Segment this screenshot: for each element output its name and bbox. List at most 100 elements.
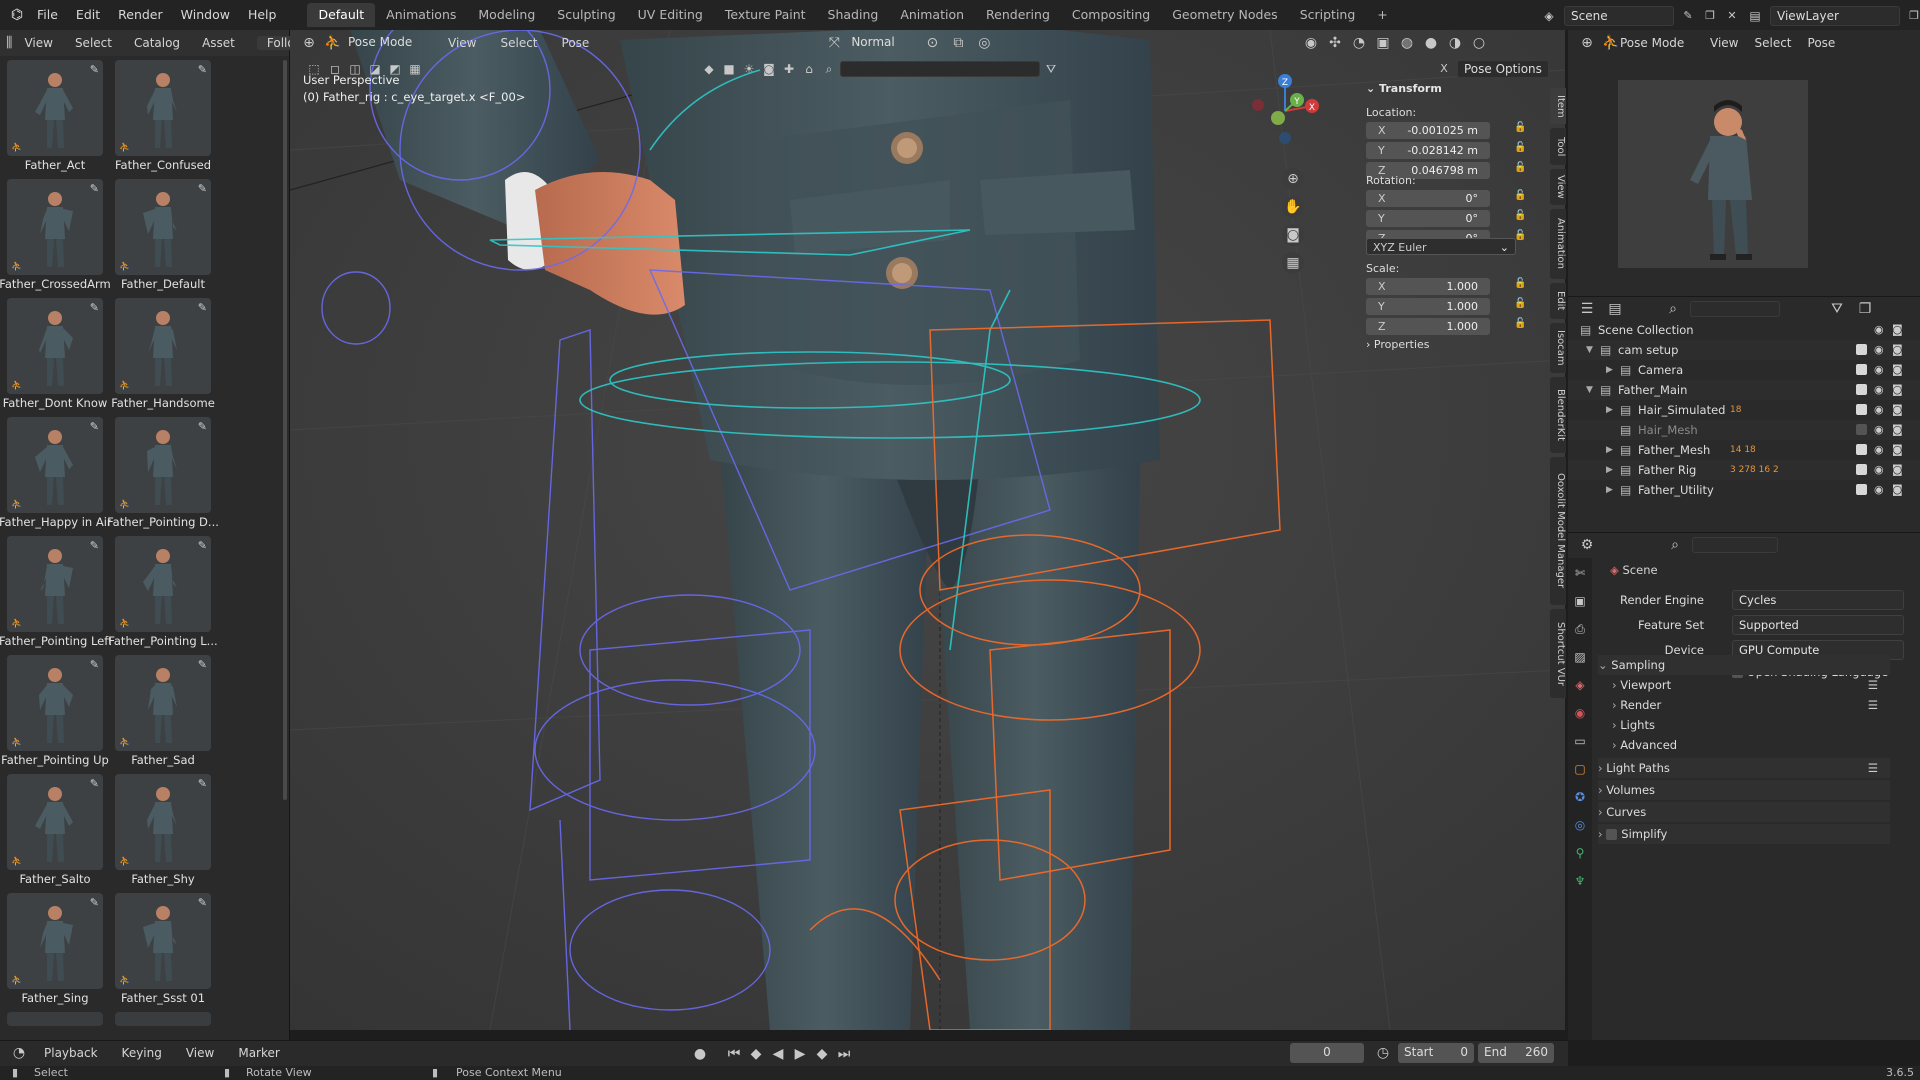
eye-icon[interactable]: ◉ [1874, 460, 1884, 480]
asset-thumbnail[interactable]: ✎ ⛹ [115, 179, 211, 275]
asset-menu-asset[interactable]: Asset [192, 36, 245, 50]
asset-thumbnail[interactable]: ✎ ⛹ [7, 536, 103, 632]
expand-arrow-icon[interactable]: ▼ [1586, 340, 1593, 360]
asset-thumbnail[interactable]: ✎ ⛹ [115, 60, 211, 156]
solid-shading-icon[interactable]: ● [1420, 32, 1442, 54]
start-frame-field[interactable]: Start 0 [1398, 1043, 1474, 1063]
sidebar-tab-item[interactable]: Item [1550, 88, 1566, 125]
tab-rendering[interactable]: Rendering [975, 3, 1061, 27]
world-tab-icon[interactable]: ◉ [1569, 702, 1591, 724]
timeline-menu-marker[interactable]: Marker [228, 1046, 289, 1060]
expand-arrow-icon[interactable]: ▶ [1606, 400, 1613, 420]
rendered-shading-icon[interactable]: ○ [1468, 32, 1490, 54]
lock-icon[interactable]: 🔓 [1514, 190, 1526, 201]
outliner-row[interactable]: ▼ ▤ cam setup ◉ ◙ [1568, 340, 1920, 360]
jump-end-icon[interactable]: ⏭ [834, 1043, 854, 1065]
eye-icon[interactable]: ◉ [1874, 360, 1884, 380]
edit-icon[interactable]: ✎ [90, 896, 99, 909]
gizmo-icon[interactable]: ✣ [1324, 32, 1346, 54]
navigation-gizmo[interactable]: Z X Y [1245, 68, 1325, 148]
3d-viewport[interactable]: ⊕ ⛹ Pose Mode View Select Pose ⤧ Normal … [290, 30, 1565, 1030]
outliner-row[interactable]: ▼ ▤ Father_Main ◉ ◙ [1568, 380, 1920, 400]
panel-lights[interactable]: › Lights [1612, 715, 1890, 735]
panel-viewport[interactable]: › Viewport ☰ [1612, 675, 1890, 695]
filter-mesh-icon[interactable]: ■ [720, 58, 738, 80]
lock-icon[interactable]: 🔓 [1514, 298, 1526, 309]
view-layer-tab-icon[interactable]: ▨ [1569, 646, 1591, 668]
panel-simplify[interactable]: › Simplify [1598, 824, 1890, 844]
filter-other-icon[interactable]: ⌂ [800, 58, 818, 80]
expand-arrow-icon[interactable]: ▶ [1606, 360, 1613, 380]
expand-arrow-icon[interactable]: ▶ [1606, 460, 1613, 480]
eye-icon[interactable]: ◉ [1874, 380, 1884, 400]
orientation-selector[interactable]: Normal [845, 33, 917, 53]
edit-icon[interactable]: ✎ [90, 539, 99, 552]
edit-icon[interactable]: ✎ [90, 658, 99, 671]
asset-thumbnail[interactable] [115, 1012, 211, 1026]
panel-volumes[interactable]: › Volumes [1598, 780, 1890, 800]
clock-icon[interactable]: ◷ [1372, 1042, 1394, 1064]
preview-menu-view[interactable]: View [1704, 36, 1744, 50]
sidebar-tab-edit[interactable]: Edit [1550, 282, 1566, 319]
exclude-checkbox[interactable] [1856, 344, 1867, 355]
camera-render-icon[interactable]: ◙ [1892, 440, 1903, 460]
eye-icon[interactable]: ◉ [1874, 340, 1884, 360]
edit-icon[interactable]: ✎ [198, 420, 207, 433]
pan-hand-icon[interactable]: ✋ [1282, 196, 1304, 218]
asset-thumbnail[interactable]: ✎ ⛹ [115, 298, 211, 394]
feature-set-dropdown[interactable]: Supported [1732, 615, 1904, 635]
sidebar-tab-view[interactable]: View [1550, 168, 1566, 206]
display-mode-icon[interactable]: ▤ [1604, 298, 1626, 320]
editor-type-icon[interactable]: ⫼ [6, 32, 12, 54]
presets-list-icon[interactable]: ☰ [1868, 695, 1878, 715]
outliner-row[interactable]: ▶ ▤ Father_Mesh 14 18 ◉ ◙ [1568, 440, 1920, 460]
play-reverse-icon[interactable]: ◀ [768, 1043, 788, 1065]
scale-y-field[interactable]: Y 1.000 [1366, 298, 1490, 315]
lock-icon[interactable]: 🔓 [1514, 142, 1526, 153]
eye-icon[interactable]: ◉ [1874, 440, 1884, 460]
lock-icon[interactable]: 🔓 [1514, 278, 1526, 289]
scale-z-field[interactable]: Z 1.000 [1366, 318, 1490, 335]
pose-options-button[interactable]: Pose Options [1457, 60, 1549, 78]
scene-selector[interactable]: Scene [1564, 6, 1674, 26]
lock-icon[interactable]: 🔓 [1514, 122, 1526, 133]
snap-icon[interactable]: ⧉ [947, 32, 969, 54]
filter-camera-icon[interactable]: ◙ [760, 58, 778, 80]
exclude-checkbox[interactable] [1856, 384, 1867, 395]
outliner-row[interactable]: ▤ Scene Collection ◉ ◙ [1568, 320, 1920, 340]
outliner-row[interactable]: ▶ ▤ Father_Utility ◉ ◙ [1568, 480, 1920, 500]
view-layer-icon[interactable]: ▤ [1746, 5, 1764, 27]
filter-object-icon[interactable]: ◆ [700, 58, 718, 80]
presets-list-icon[interactable]: ☰ [1868, 758, 1878, 778]
scene-tab-icon[interactable]: ◈ [1569, 674, 1591, 696]
new-collection-icon[interactable]: ❐ [1854, 298, 1876, 320]
menu-render[interactable]: Render [109, 0, 172, 30]
edit-icon[interactable]: ✎ [90, 301, 99, 314]
mirror-x-icon[interactable]: X [1435, 58, 1453, 80]
pivot-icon[interactable]: ⊙ [921, 32, 943, 54]
menu-file[interactable]: File [28, 0, 67, 30]
asset-thumbnail[interactable]: ✎ ⛹ [115, 536, 211, 632]
sidebar-tab-ooxolit-model-manager[interactable]: Ooxolit Model Manager [1550, 456, 1566, 606]
camera-render-icon[interactable]: ◙ [1892, 380, 1903, 400]
expand-arrow-icon[interactable]: ▶ [1606, 440, 1613, 460]
asset-thumbnail[interactable]: ✎ ⛹ [115, 417, 211, 513]
edit-icon[interactable]: ✎ [198, 896, 207, 909]
exclude-checkbox[interactable] [1856, 444, 1867, 455]
asset-thumbnail[interactable]: ✎ ⛹ [115, 893, 211, 989]
lock-icon[interactable]: 🔓 [1514, 162, 1526, 173]
camera-render-icon[interactable]: ◙ [1892, 460, 1903, 480]
lock-icon[interactable]: 🔓 [1514, 210, 1526, 221]
timeline-menu-view[interactable]: View [176, 1046, 224, 1060]
current-frame-field[interactable]: 0 [1290, 1043, 1364, 1063]
xray-icon[interactable]: ▣ [1372, 32, 1394, 54]
object-tab-icon[interactable]: ▢ [1569, 758, 1591, 780]
filter-light-icon[interactable]: ☀ [740, 58, 758, 80]
eye-icon[interactable]: ◉ [1874, 480, 1884, 500]
constraint-tab-icon[interactable]: ⚲ [1569, 842, 1591, 864]
presets-list-icon[interactable]: ☰ [1868, 675, 1878, 695]
outliner-editor-icon[interactable]: ☰ [1576, 298, 1598, 320]
asset-thumbnail[interactable]: ✎ ⛹ [115, 774, 211, 870]
scene-icon[interactable]: ◈ [1540, 5, 1558, 27]
menu-window[interactable]: Window [172, 0, 239, 30]
